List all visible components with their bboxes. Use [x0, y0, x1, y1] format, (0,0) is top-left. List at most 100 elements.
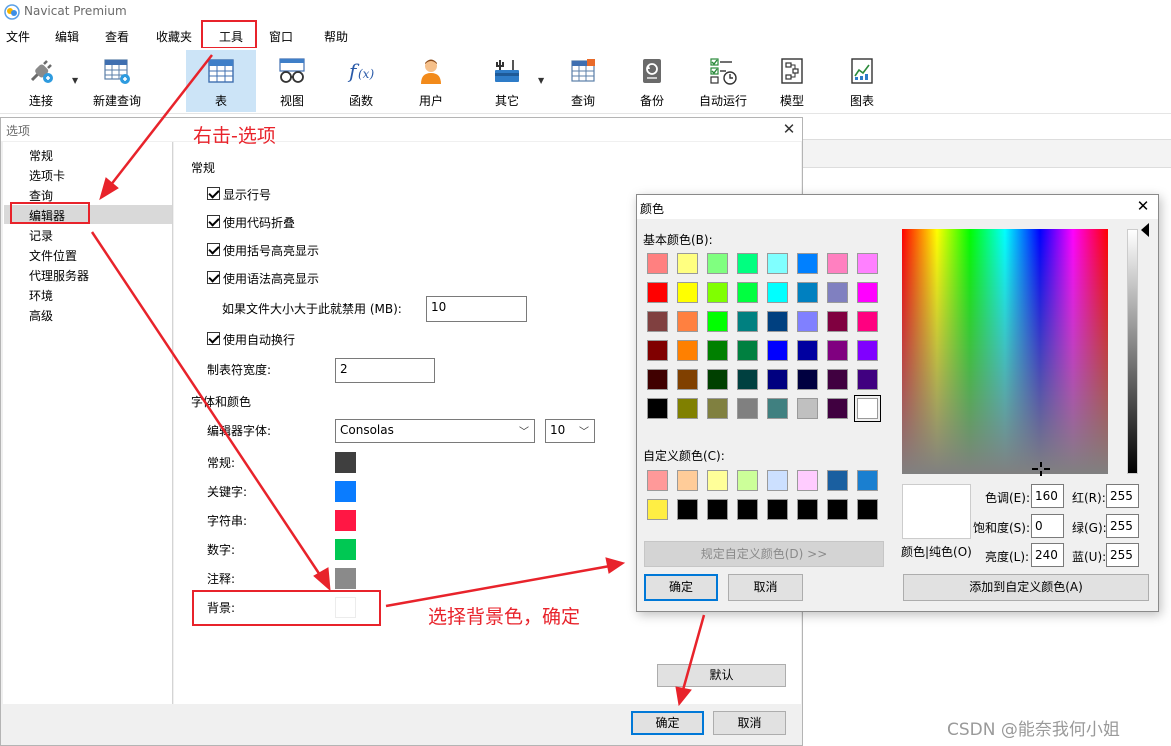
- custom-color-swatch[interactable]: [827, 470, 848, 491]
- hue-input[interactable]: 160: [1031, 484, 1064, 508]
- custom-color-swatch[interactable]: [857, 499, 878, 520]
- custom-color-swatch[interactable]: [647, 470, 668, 491]
- basic-color-swatch[interactable]: [737, 282, 758, 303]
- basic-color-swatch[interactable]: [737, 398, 758, 419]
- lum-input[interactable]: 240: [1031, 543, 1064, 567]
- basic-color-swatch[interactable]: [647, 311, 668, 332]
- options-ok-button[interactable]: 确定: [631, 711, 704, 735]
- backup-button[interactable]: 备份: [624, 50, 680, 112]
- function-button[interactable]: f (x) 函数: [332, 50, 390, 112]
- basic-color-swatch[interactable]: [827, 311, 848, 332]
- custom-color-swatch[interactable]: [797, 499, 818, 520]
- basic-color-swatch[interactable]: [767, 398, 788, 419]
- basic-color-swatch[interactable]: [737, 253, 758, 274]
- basic-color-swatch[interactable]: [647, 282, 668, 303]
- add-custom-color-button[interactable]: 添加到自定义颜色(A): [903, 574, 1149, 601]
- basic-color-swatch[interactable]: [647, 340, 668, 361]
- blue-input[interactable]: 255: [1106, 543, 1139, 567]
- basic-color-swatch[interactable]: [857, 311, 878, 332]
- basic-color-swatch[interactable]: [797, 340, 818, 361]
- basic-color-swatch[interactable]: [854, 395, 881, 422]
- custom-color-swatch[interactable]: [737, 470, 758, 491]
- string-color-swatch[interactable]: [335, 510, 356, 531]
- checkbox-box[interactable]: [207, 271, 220, 284]
- menu-help[interactable]: 帮助: [324, 28, 348, 45]
- nav-item-general[interactable]: 常规: [29, 147, 53, 164]
- define-custom-colors-button[interactable]: 规定自定义颜色(D) >>: [644, 541, 884, 567]
- new-query-button[interactable]: 新建查询: [88, 50, 146, 112]
- number-color-swatch[interactable]: [335, 539, 356, 560]
- basic-color-swatch[interactable]: [797, 282, 818, 303]
- connect-button[interactable]: 连接: [14, 50, 68, 112]
- red-input[interactable]: 255: [1106, 484, 1139, 508]
- basic-color-swatch[interactable]: [707, 369, 728, 390]
- user-button[interactable]: 用户: [402, 50, 460, 112]
- checkbox-box[interactable]: [207, 215, 220, 228]
- basic-color-swatch[interactable]: [857, 253, 878, 274]
- basic-color-swatch[interactable]: [707, 340, 728, 361]
- green-input[interactable]: 255: [1106, 514, 1139, 538]
- connect-dropdown-caret[interactable]: ▼: [72, 76, 78, 85]
- custom-color-swatch[interactable]: [677, 499, 698, 520]
- basic-color-swatch[interactable]: [677, 398, 698, 419]
- basic-color-swatch[interactable]: [857, 282, 878, 303]
- basic-color-swatch[interactable]: [707, 282, 728, 303]
- basic-color-swatch[interactable]: [677, 311, 698, 332]
- basic-color-swatch[interactable]: [857, 340, 878, 361]
- comment-color-swatch[interactable]: [335, 568, 356, 589]
- luminance-slider[interactable]: [1127, 229, 1138, 474]
- basic-color-swatch[interactable]: [677, 282, 698, 303]
- basic-color-swatch[interactable]: [707, 311, 728, 332]
- menu-window[interactable]: 窗口: [269, 28, 293, 45]
- custom-color-swatch[interactable]: [857, 470, 878, 491]
- preview-label[interactable]: 颜色|纯色(O): [901, 543, 972, 560]
- custom-color-swatch[interactable]: [677, 470, 698, 491]
- color-ok-button[interactable]: 确定: [644, 574, 718, 601]
- custom-color-swatch[interactable]: [767, 499, 788, 520]
- basic-color-swatch[interactable]: [797, 311, 818, 332]
- basic-color-swatch[interactable]: [707, 253, 728, 274]
- nav-item-advanced[interactable]: 高级: [29, 307, 53, 324]
- basic-color-swatch[interactable]: [827, 398, 848, 419]
- table-button[interactable]: 表: [186, 50, 256, 112]
- menu-favorites[interactable]: 收藏夹: [156, 28, 192, 45]
- options-close-icon[interactable]: ✕: [779, 119, 799, 139]
- custom-color-swatch[interactable]: [767, 470, 788, 491]
- basic-color-swatch[interactable]: [827, 340, 848, 361]
- basic-color-swatch[interactable]: [737, 369, 758, 390]
- custom-color-swatch[interactable]: [707, 470, 728, 491]
- query-button[interactable]: 查询: [554, 50, 612, 112]
- nav-item-file-location[interactable]: 文件位置: [29, 247, 77, 264]
- basic-color-swatch[interactable]: [647, 398, 668, 419]
- basic-color-swatch[interactable]: [767, 282, 788, 303]
- color-cancel-button[interactable]: 取消: [728, 574, 803, 601]
- color-spectrum[interactable]: [902, 229, 1108, 474]
- basic-color-swatch[interactable]: [737, 311, 758, 332]
- luminance-arrow-icon[interactable]: [1141, 223, 1149, 237]
- other-button[interactable]: 其它: [478, 50, 536, 112]
- nav-item-environment[interactable]: 环境: [29, 287, 53, 304]
- basic-color-swatch[interactable]: [767, 340, 788, 361]
- keyword-color-swatch[interactable]: [335, 481, 356, 502]
- basic-color-swatch[interactable]: [647, 369, 668, 390]
- basic-color-swatch[interactable]: [707, 398, 728, 419]
- basic-color-swatch[interactable]: [857, 369, 878, 390]
- basic-color-swatch[interactable]: [797, 398, 818, 419]
- basic-color-swatch[interactable]: [767, 311, 788, 332]
- chart-button[interactable]: 图表: [834, 50, 890, 112]
- menu-file[interactable]: 文件: [6, 28, 30, 45]
- basic-color-swatch[interactable]: [827, 369, 848, 390]
- model-button[interactable]: 模型: [764, 50, 820, 112]
- checkbox-box[interactable]: [207, 243, 220, 256]
- custom-color-swatch[interactable]: [737, 499, 758, 520]
- checkbox-box[interactable]: [207, 187, 220, 200]
- basic-color-swatch[interactable]: [647, 253, 668, 274]
- editor-font-select[interactable]: Consolas ﹀: [335, 419, 535, 443]
- basic-color-swatch[interactable]: [797, 253, 818, 274]
- menu-view[interactable]: 查看: [105, 28, 129, 45]
- menu-edit[interactable]: 编辑: [55, 28, 79, 45]
- normal-color-swatch[interactable]: [335, 452, 356, 473]
- view-button[interactable]: 视图: [262, 50, 322, 112]
- basic-color-swatch[interactable]: [677, 369, 698, 390]
- nav-item-proxy[interactable]: 代理服务器: [29, 267, 89, 284]
